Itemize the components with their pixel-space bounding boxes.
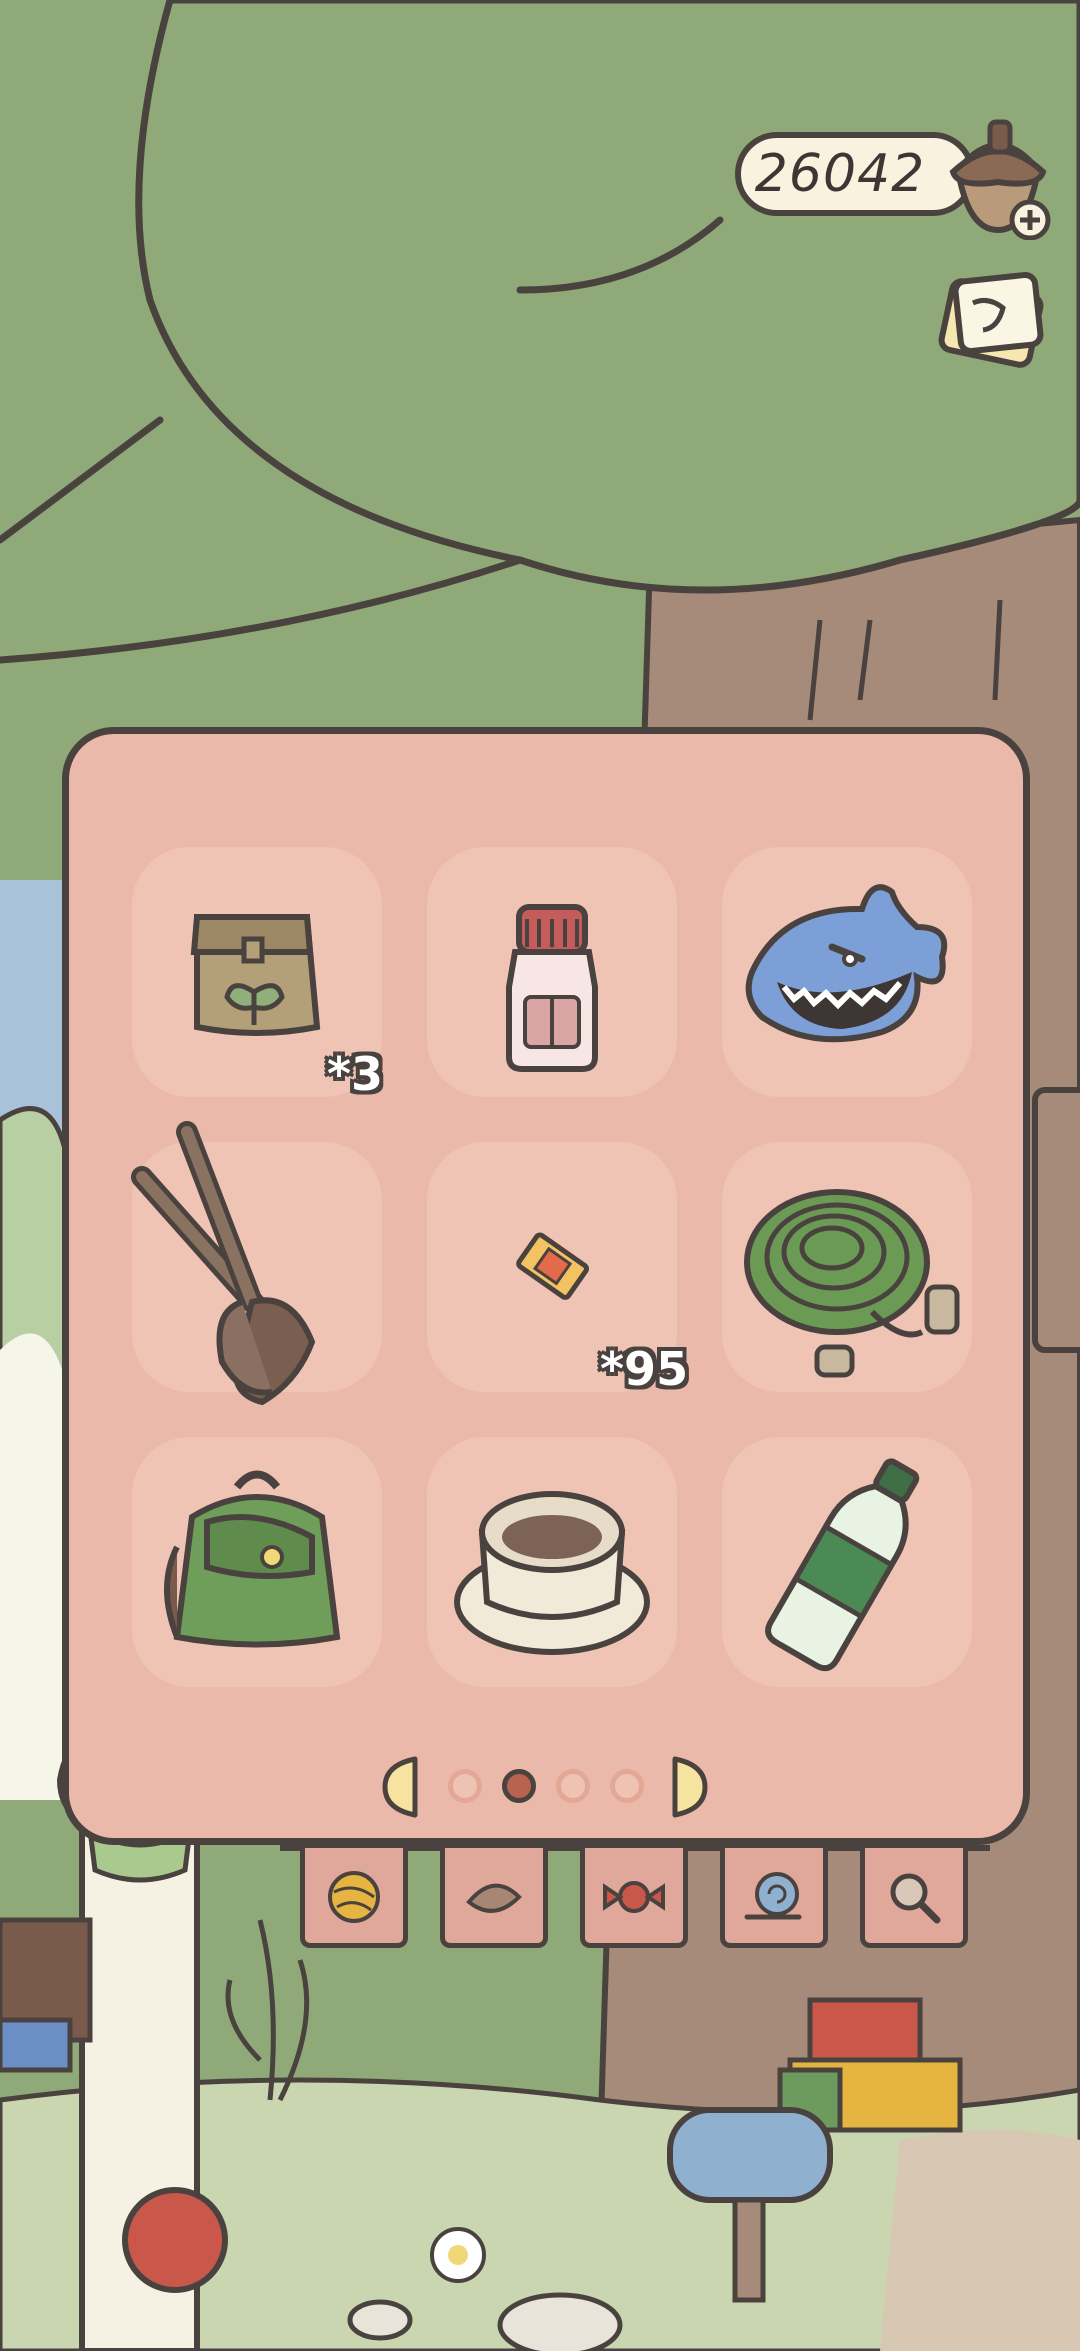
item-quantity: *95 <box>600 1342 689 1396</box>
wooden-spoons-icon <box>131 1121 316 1406</box>
leaf-icon <box>466 1883 522 1913</box>
item-slot-shark-toy[interactable] <box>722 847 972 1097</box>
item-slot-wooden-spoons[interactable] <box>131 1121 382 1406</box>
item-slot-backpack[interactable] <box>132 1437 382 1687</box>
shark-toy-icon <box>745 884 948 1043</box>
shop-tab-leaf[interactable] <box>440 1848 548 1948</box>
item-slot-water-bottle[interactable] <box>722 1437 972 1687</box>
snail-icon <box>744 1872 802 1920</box>
acorn-plus-icon[interactable] <box>938 110 1058 241</box>
shop-tab-magnifier[interactable] <box>860 1848 968 1948</box>
next-page-arrow[interactable] <box>670 1755 710 1819</box>
teacup-icon <box>454 1491 650 1655</box>
item-slot-spice-jar[interactable] <box>427 847 677 1097</box>
previous-page-arrow[interactable] <box>380 1755 420 1819</box>
page-dot-4[interactable] <box>610 1769 644 1803</box>
spice-jar-icon <box>506 904 598 1072</box>
shop-tab-candy[interactable] <box>580 1848 688 1948</box>
shop-tab-yarn[interactable] <box>300 1848 408 1948</box>
rope-icon <box>744 1189 960 1378</box>
item-quantity: *3 <box>327 1047 384 1101</box>
notes-icon[interactable] <box>928 268 1058 388</box>
inventory-pager <box>0 1755 1080 1818</box>
shop-tab-snail[interactable] <box>720 1848 828 1948</box>
item-slot-seed-bag[interactable]: *3 <box>132 847 383 1101</box>
page-dot-1[interactable] <box>448 1769 482 1803</box>
water-bottle-icon <box>765 1458 920 1672</box>
item-slot-ticket[interactable]: *95 <box>427 1142 688 1396</box>
clover-count: 26042 <box>754 144 926 204</box>
item-slot-rope[interactable] <box>722 1142 972 1392</box>
page-dot-2[interactable] <box>502 1769 536 1803</box>
yarn-icon <box>328 1871 380 1923</box>
magnifier-icon <box>890 1873 941 1924</box>
backpack-icon <box>164 1470 341 1648</box>
page-dot-3[interactable] <box>556 1769 590 1803</box>
candy-icon <box>603 1881 665 1913</box>
inventory-panel: *3 *95 <box>62 727 1030 1845</box>
item-slot-teacup[interactable] <box>427 1437 677 1687</box>
